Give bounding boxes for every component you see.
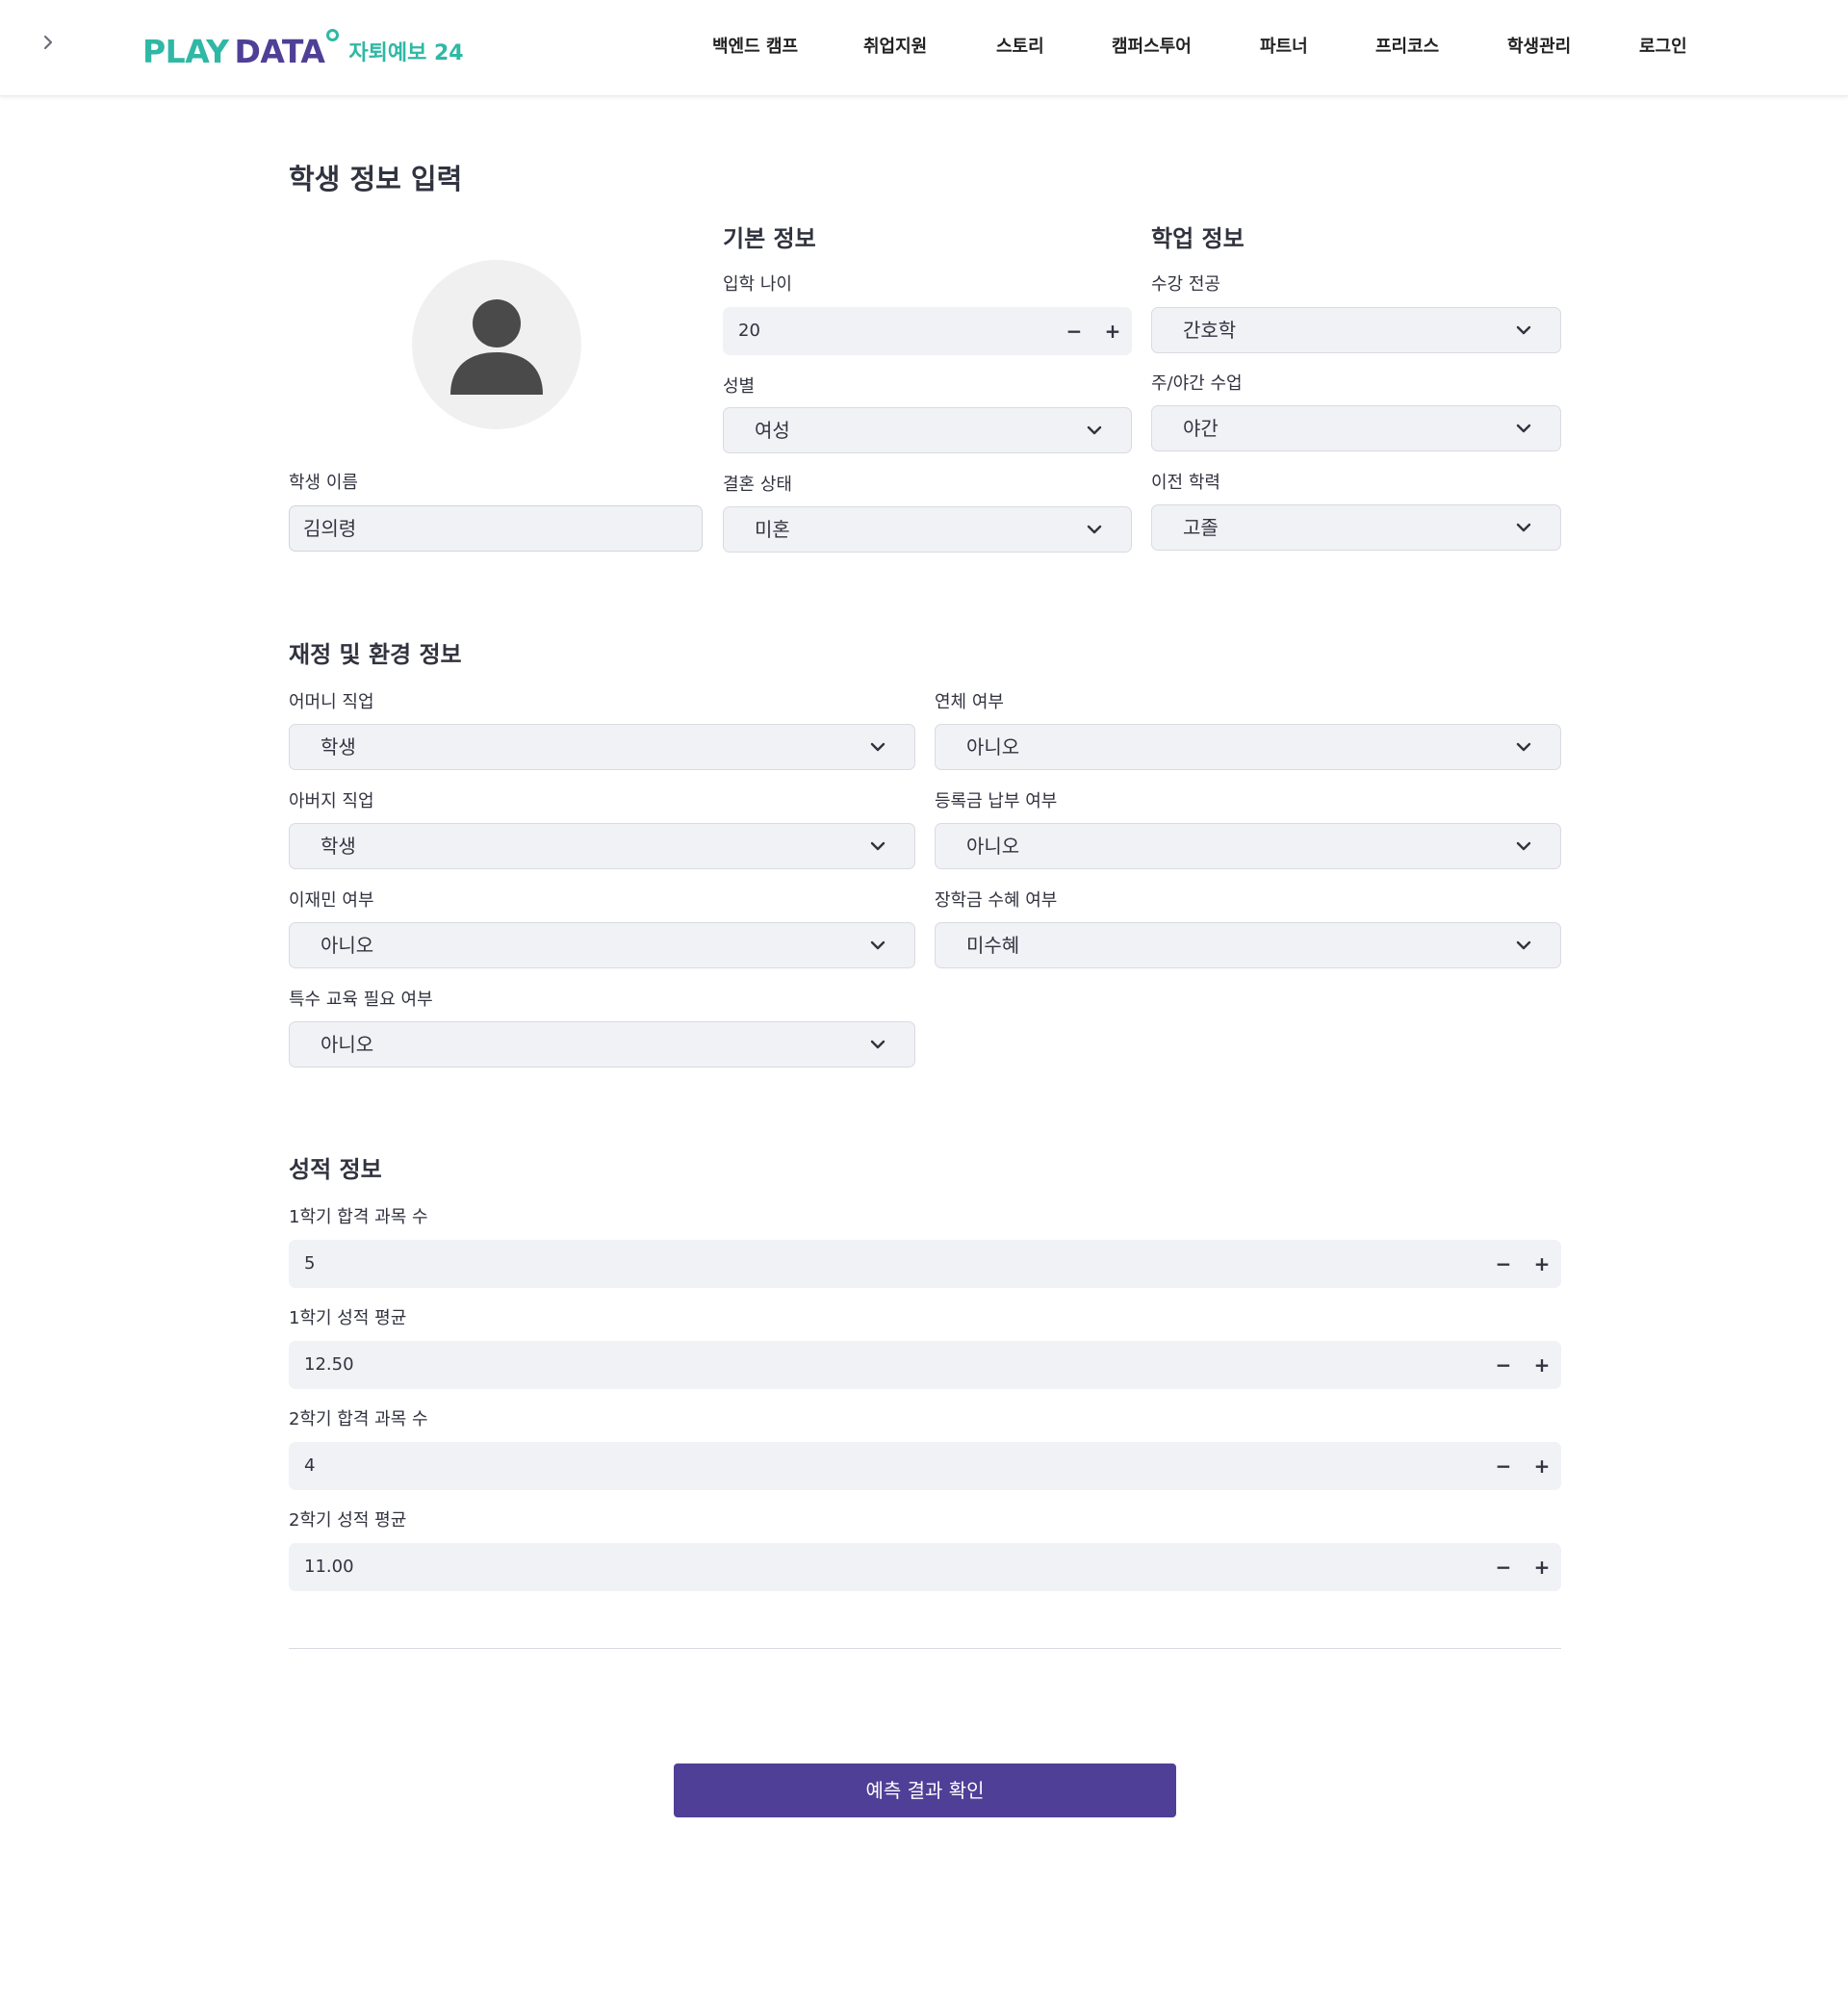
tuition-paid-select[interactable]: 아니오: [935, 823, 1561, 869]
sem2-avg-stepper[interactable]: 11.00 − +: [289, 1543, 1561, 1591]
entry-age-minus-button[interactable]: −: [1055, 307, 1093, 355]
nav-item-job-support[interactable]: 취업지원: [863, 35, 927, 60]
avatar: [412, 260, 581, 429]
sem2-avg-label: 2학기 성적 평균: [289, 1510, 407, 1531]
nav-item-login[interactable]: 로그인: [1639, 35, 1687, 60]
top-header: PLAY DATA 자퇴예보 24 백엔드 캠프 취업지원 스토리 캠퍼스투어 …: [0, 0, 1848, 96]
logo-subtitle: 자퇴예보 24: [348, 41, 464, 65]
chevron-down-icon: [870, 841, 886, 851]
marital-status-select[interactable]: 미혼: [723, 506, 1132, 553]
debtor-label: 연체 여부: [935, 692, 1004, 712]
sem2-passed-value: 4: [304, 1455, 316, 1476]
mother-occupation-label: 어머니 직업: [289, 692, 374, 712]
sem2-passed-label: 2학기 합격 과목 수: [289, 1409, 428, 1429]
scholarship-value: 미수혜: [966, 934, 1020, 957]
section-divider: [289, 1648, 1561, 1649]
gender-label: 성별: [723, 376, 756, 397]
marital-status-value: 미혼: [755, 518, 790, 541]
sidebar-expand-icon[interactable]: [38, 33, 62, 56]
day-night-label: 주/야간 수업: [1151, 373, 1243, 394]
entry-age-plus-button[interactable]: +: [1093, 307, 1132, 355]
mother-occupation-select[interactable]: 학생: [289, 724, 915, 770]
marital-status-label: 결혼 상태: [723, 475, 792, 495]
sem2-avg-minus-button[interactable]: −: [1484, 1543, 1523, 1591]
entry-age-label: 입학 나이: [723, 274, 792, 295]
user-icon: [450, 299, 543, 395]
previous-education-label: 이전 학력: [1151, 473, 1220, 493]
gender-value: 여성: [755, 419, 790, 442]
major-select[interactable]: 간호학: [1151, 307, 1561, 353]
grades-info-title: 성적 정보: [289, 1156, 382, 1183]
sem1-passed-plus-button[interactable]: +: [1523, 1240, 1561, 1288]
finance-info-title: 재정 및 환경 정보: [289, 641, 462, 668]
previous-education-select[interactable]: 고졸: [1151, 504, 1561, 551]
playdata-logo[interactable]: PLAY DATA 자퇴예보 24: [142, 29, 464, 71]
student-name-label: 학생 이름: [289, 473, 358, 493]
debtor-select[interactable]: 아니오: [935, 724, 1561, 770]
major-label: 수강 전공: [1151, 274, 1220, 295]
nav-item-campus-tour[interactable]: 캠퍼스투어: [1112, 35, 1192, 60]
special-needs-value: 아니오: [321, 1033, 374, 1056]
sem2-passed-minus-button[interactable]: −: [1484, 1442, 1523, 1490]
entry-age-value: 20: [738, 321, 760, 341]
tuition-paid-label: 등록금 납부 여부: [935, 791, 1058, 811]
mother-occupation-value: 학생: [321, 735, 356, 759]
day-night-select[interactable]: 야간: [1151, 405, 1561, 451]
sem2-passed-plus-button[interactable]: +: [1523, 1442, 1561, 1490]
nav-item-student-management[interactable]: 학생관리: [1507, 35, 1571, 60]
father-occupation-label: 아버지 직업: [289, 791, 374, 811]
father-occupation-value: 학생: [321, 835, 356, 858]
special-needs-select[interactable]: 아니오: [289, 1021, 915, 1068]
sem1-passed-minus-button[interactable]: −: [1484, 1240, 1523, 1288]
chevron-down-icon: [870, 940, 886, 950]
logo-play-text: PLAY: [142, 33, 229, 70]
chevron-down-icon: [1516, 742, 1531, 752]
chevron-down-icon: [870, 1040, 886, 1049]
chevron-down-icon: [1516, 325, 1531, 335]
chevron-down-icon: [1087, 525, 1102, 534]
predict-result-button[interactable]: 예측 결과 확인: [674, 1763, 1176, 1817]
displaced-value: 아니오: [321, 934, 374, 957]
sem1-avg-value: 12.50: [304, 1354, 354, 1375]
sem2-avg-plus-button[interactable]: +: [1523, 1543, 1561, 1591]
displaced-label: 이재민 여부: [289, 890, 374, 911]
chevron-down-icon: [1516, 940, 1531, 950]
academic-info-title: 학업 정보: [1151, 225, 1245, 252]
chevron-down-icon: [1087, 425, 1102, 435]
sem1-avg-label: 1학기 성적 평균: [289, 1308, 407, 1328]
previous-education-value: 고졸: [1183, 516, 1219, 539]
nav-item-backend-camp[interactable]: 백엔드 캠프: [712, 35, 798, 60]
displaced-select[interactable]: 아니오: [289, 922, 915, 968]
logo-ring-icon: [326, 29, 340, 41]
nav-item-precourse[interactable]: 프리코스: [1375, 35, 1439, 60]
nav-item-story[interactable]: 스토리: [996, 35, 1044, 60]
chevron-down-icon: [1516, 424, 1531, 433]
sem1-avg-minus-button[interactable]: −: [1484, 1341, 1523, 1389]
sem1-passed-value: 5: [304, 1253, 316, 1274]
father-occupation-select[interactable]: 학생: [289, 823, 915, 869]
chevron-down-icon: [870, 742, 886, 752]
sem1-avg-stepper[interactable]: 12.50 − +: [289, 1341, 1561, 1389]
scholarship-select[interactable]: 미수혜: [935, 922, 1561, 968]
basic-info-title: 기본 정보: [723, 225, 816, 252]
page-title: 학생 정보 입력: [289, 163, 463, 195]
sem2-avg-value: 11.00: [304, 1557, 354, 1577]
major-value: 간호학: [1183, 319, 1237, 342]
sem1-passed-stepper[interactable]: 5 − +: [289, 1240, 1561, 1288]
nav-item-partner[interactable]: 파트너: [1260, 35, 1308, 60]
logo-data-text: DATA: [234, 33, 325, 70]
gender-select[interactable]: 여성: [723, 407, 1132, 453]
special-needs-label: 특수 교육 필요 여부: [289, 990, 433, 1010]
scholarship-label: 장학금 수혜 여부: [935, 890, 1058, 911]
sem1-avg-plus-button[interactable]: +: [1523, 1341, 1561, 1389]
student-name-input[interactable]: 김의령: [289, 505, 703, 552]
debtor-value: 아니오: [966, 735, 1020, 759]
tuition-paid-value: 아니오: [966, 835, 1020, 858]
chevron-down-icon: [1516, 523, 1531, 532]
sem2-passed-stepper[interactable]: 4 − +: [289, 1442, 1561, 1490]
day-night-value: 야간: [1183, 417, 1219, 440]
entry-age-stepper[interactable]: 20 − +: [723, 307, 1132, 355]
chevron-down-icon: [1516, 841, 1531, 851]
sem1-passed-label: 1학기 합격 과목 수: [289, 1207, 428, 1227]
